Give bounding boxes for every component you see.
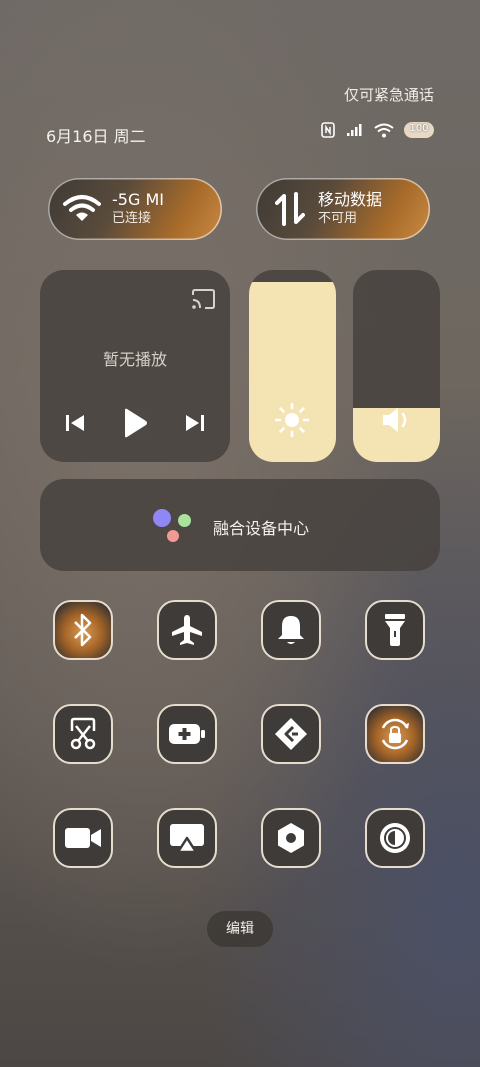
airplane-mode-toggle[interactable] — [157, 600, 217, 660]
brightness-slider[interactable] — [249, 270, 336, 462]
screen-record-toggle[interactable] — [53, 808, 113, 868]
bluetooth-toggle[interactable] — [53, 600, 113, 660]
flashlight-toggle[interactable] — [365, 600, 425, 660]
cast-screen-toggle[interactable] — [157, 808, 217, 868]
wifi-status: 已连接 — [112, 211, 152, 226]
contrast-icon — [380, 823, 410, 853]
rotation-lock-toggle[interactable] — [365, 704, 425, 764]
next-track-icon[interactable] — [185, 413, 205, 433]
cast-icon — [170, 824, 204, 854]
wifi-tile[interactable]: -5G MI 已连接 — [48, 178, 222, 240]
settings-toggle[interactable] — [261, 808, 321, 868]
wifi-icon — [62, 194, 102, 224]
media-title: 暂无播放 — [102, 350, 167, 369]
mobile-data-icon — [270, 192, 310, 226]
volume-slider[interactable] — [353, 270, 440, 462]
wifi-network-name: -5G MI — [112, 190, 164, 209]
share-icon — [275, 718, 307, 750]
cast-output-icon[interactable] — [190, 288, 216, 310]
screenshot-toggle[interactable] — [53, 704, 113, 764]
wifi-status-icon — [374, 123, 394, 137]
scissors-icon — [70, 717, 96, 750]
share-toggle[interactable] — [261, 704, 321, 764]
nfc-icon — [321, 122, 335, 138]
bell-icon — [278, 616, 304, 644]
rotation-lock-icon — [381, 718, 409, 750]
speaker-icon — [383, 408, 407, 432]
signal-icon — [347, 124, 362, 136]
battery-saver-toggle[interactable] — [157, 704, 217, 764]
fusion-device-center[interactable]: 融合设备中心 — [40, 479, 440, 571]
bluetooth-icon — [74, 613, 92, 647]
flashlight-icon — [385, 614, 405, 646]
fusion-label: 融合设备中心 — [213, 519, 310, 538]
video-camera-icon — [65, 828, 101, 848]
date-label: 6月16日 周二 — [46, 127, 146, 146]
system-status-icons: 100 — [320, 122, 434, 138]
mobile-data-tile[interactable]: 移动数据 不可用 — [256, 178, 430, 240]
mobile-data-status: 不可用 — [318, 211, 358, 226]
airplane-icon — [172, 615, 202, 645]
battery-plus-icon — [169, 724, 205, 744]
mobile-data-label: 移动数据 — [318, 190, 383, 209]
dark-mode-toggle[interactable] — [365, 808, 425, 868]
sun-icon — [274, 402, 310, 438]
sound-toggle[interactable] — [261, 600, 321, 660]
battery-indicator: 100 — [404, 122, 434, 138]
previous-track-icon[interactable] — [65, 413, 85, 433]
media-player-panel[interactable]: 暂无播放 — [40, 270, 230, 462]
play-icon[interactable] — [122, 408, 148, 438]
hexagon-settings-icon — [278, 823, 304, 853]
battery-level: 100 — [409, 123, 429, 134]
edit-button[interactable]: 编辑 — [207, 911, 273, 947]
emergency-call-status: 仅可紧急通话 — [343, 86, 434, 104]
